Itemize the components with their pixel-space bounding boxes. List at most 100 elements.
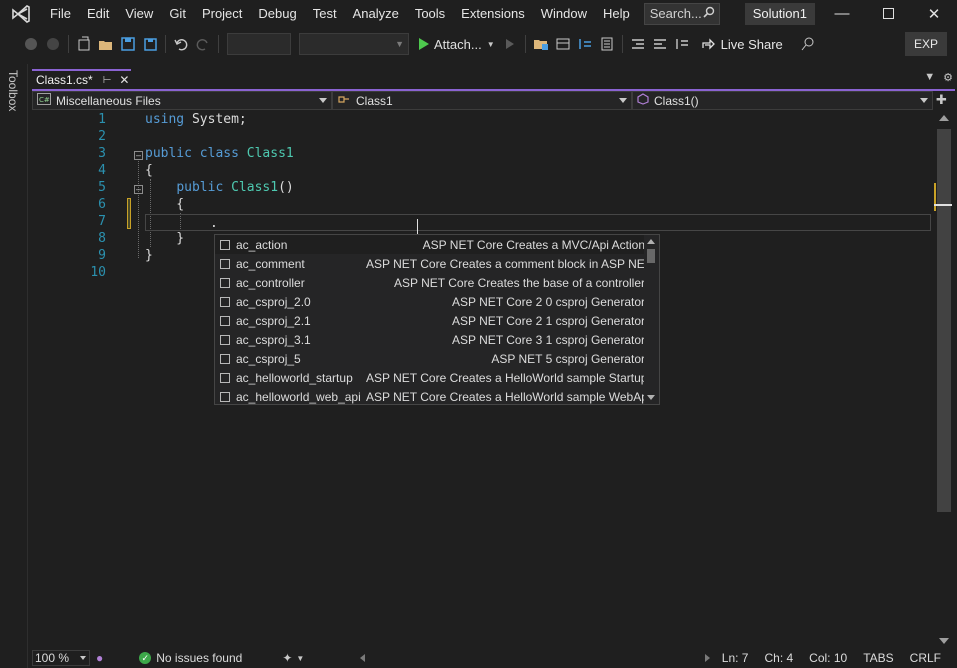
search-placeholder: Search... (649, 6, 702, 21)
mouse-ibeam-cursor-icon (417, 219, 419, 234)
solution-name-badge[interactable]: Solution1 (744, 2, 815, 25)
chevron-down-icon[interactable]: ▼ (296, 654, 304, 663)
completion-item[interactable]: ac_comment ASP NET Core Creates a commen… (215, 254, 645, 273)
start-without-debugging-icon[interactable] (499, 33, 521, 55)
menu-file[interactable]: File (42, 0, 79, 27)
scroll-up-icon[interactable] (647, 239, 655, 244)
menu-test[interactable]: Test (305, 0, 345, 27)
completion-item-name: ac_csproj_2.0 (236, 294, 311, 309)
split-window-icon[interactable]: ✚ (936, 92, 947, 108)
scroll-down-icon[interactable] (939, 638, 949, 644)
comment-icon[interactable] (671, 33, 693, 55)
minimize-icon[interactable]: — (819, 0, 865, 27)
menu-tools[interactable]: Tools (407, 0, 453, 27)
settings-gear-icon[interactable]: ⚙ (943, 71, 953, 84)
scroll-right-icon[interactable] (705, 654, 710, 662)
completion-item[interactable]: ac_csproj_2.0 ASP NET Core 2 0 csproj Ge… (215, 292, 645, 311)
code-line-1: using System; (145, 112, 247, 127)
completion-item[interactable]: ac_csproj_5 ASP NET 5 csproj Generator (215, 349, 645, 368)
open-file-icon[interactable] (95, 33, 117, 55)
configuration-dropdown[interactable] (227, 33, 291, 55)
toolbar-separator (165, 35, 166, 53)
menu-project[interactable]: Project (194, 0, 250, 27)
feedback-icon[interactable] (797, 33, 819, 55)
menu-debug[interactable]: Debug (250, 0, 304, 27)
navigate-forward-icon[interactable] (42, 33, 64, 55)
redo-icon[interactable] (192, 33, 214, 55)
code-line-5: public Class1() (176, 180, 294, 195)
save-all-icon[interactable] (139, 33, 161, 55)
char-indicator[interactable]: Ch: 4 (756, 651, 801, 665)
toolbox-tab[interactable]: Toolbox (6, 70, 20, 111)
completion-item[interactable]: ac_helloworld_startup ASP NET Core Creat… (215, 368, 645, 387)
scroll-up-icon[interactable] (939, 115, 949, 121)
step-into-icon[interactable] (574, 33, 596, 55)
menu-help[interactable]: Help (595, 0, 638, 27)
menu-view[interactable]: View (117, 0, 161, 27)
close-tab-icon[interactable]: ✕ (119, 73, 129, 87)
zoom-level: 100 % (35, 651, 70, 665)
completion-list[interactable]: ac_action ASP NET Core Creates a MVC/Api… (214, 234, 660, 405)
member-dropdown[interactable]: Class1() (632, 91, 933, 110)
close-icon[interactable]: ✕ (911, 0, 957, 27)
completion-item[interactable]: ac_csproj_2.1 ASP NET Core 2 1 csproj Ge… (215, 311, 645, 330)
menu-analyze[interactable]: Analyze (345, 0, 407, 27)
collapse-icon[interactable]: – (134, 151, 143, 160)
completion-item[interactable]: ac_action ASP NET Core Creates a MVC/Api… (215, 235, 645, 254)
line-number: 1 (98, 112, 106, 127)
line-ending-indicator[interactable]: CRLF (902, 651, 949, 665)
zoom-dropdown[interactable]: 100 % (32, 650, 90, 666)
exp-button[interactable]: EXP (905, 32, 947, 56)
live-share-button[interactable]: Live Share (701, 36, 783, 53)
platform-dropdown[interactable]: ▼ (299, 33, 409, 55)
search-box[interactable]: Search... (643, 2, 720, 25)
completion-item-name: ac_csproj_5 (236, 351, 301, 366)
col-indicator[interactable]: Col: 10 (801, 651, 855, 665)
indent-mode-indicator[interactable]: TABS (855, 651, 901, 665)
completion-item[interactable]: ac_helloworld_web_api ASP NET Core Creat… (215, 387, 645, 404)
maximize-icon[interactable] (865, 0, 911, 27)
completion-item[interactable]: ac_controller ASP NET Core Creates the b… (215, 273, 645, 292)
completion-item[interactable]: ac_csproj_3.1 ASP NET Core 3 1 csproj Ge… (215, 330, 645, 349)
menu-git[interactable]: Git (161, 0, 194, 27)
pin-icon[interactable]: ⊢ (103, 75, 112, 86)
visual-studio-logo-icon[interactable] (0, 0, 42, 27)
editor-status-bar: 100 % ● ✓ No issues found ✦ ▼ Ln: 7 Ch: … (32, 648, 957, 668)
tab-class1-cs[interactable]: Class1.cs* ⊢ ✕ (32, 69, 131, 89)
tab-list-dropdown-icon[interactable]: ▼ (924, 71, 935, 84)
class-icon (337, 93, 351, 108)
editor-horizontal-scrollbar[interactable] (360, 652, 710, 664)
type-dropdown[interactable]: Class1 (332, 91, 632, 110)
save-icon[interactable] (117, 33, 139, 55)
completion-item-description: ASP NET Core Creates a HelloWorld sample… (366, 370, 645, 385)
undo-icon[interactable] (170, 33, 192, 55)
copilot-icon[interactable]: ● (96, 651, 103, 665)
attach-button[interactable]: Attach... ▼ (419, 37, 495, 52)
scroll-down-icon[interactable] (647, 395, 655, 400)
code-line-6: { (145, 197, 185, 212)
line-number: 2 (98, 129, 106, 144)
code-cleanup-icon[interactable]: ✦ (282, 651, 292, 665)
issues-indicator[interactable]: ✓ No issues found (139, 651, 242, 665)
menu-extensions[interactable]: Extensions (453, 0, 533, 27)
scrollbar-thumb[interactable] (647, 249, 655, 263)
completion-scrollbar[interactable] (644, 235, 659, 404)
line-indicator[interactable]: Ln: 7 (714, 651, 757, 665)
new-project-icon[interactable] (73, 33, 95, 55)
project-dropdown[interactable]: C# Miscellaneous Files (32, 91, 332, 110)
breakpoints-icon[interactable] (596, 33, 618, 55)
solution-explorer-icon[interactable] (530, 33, 552, 55)
indent-icon[interactable] (649, 33, 671, 55)
menu-window[interactable]: Window (533, 0, 595, 27)
menu-edit[interactable]: Edit (79, 0, 117, 27)
code-line-4: { (145, 163, 153, 178)
editor-vertical-scrollbar[interactable] (934, 111, 952, 648)
outdent-icon[interactable] (627, 33, 649, 55)
collapse-icon[interactable]: – (134, 185, 143, 194)
code-line-8: } (145, 231, 185, 246)
navigate-back-icon[interactable] (20, 33, 42, 55)
scroll-left-icon[interactable] (360, 654, 365, 662)
chevron-down-icon[interactable]: ▼ (487, 40, 495, 49)
layout-icon[interactable] (552, 33, 574, 55)
line-number: 5 (98, 180, 106, 195)
